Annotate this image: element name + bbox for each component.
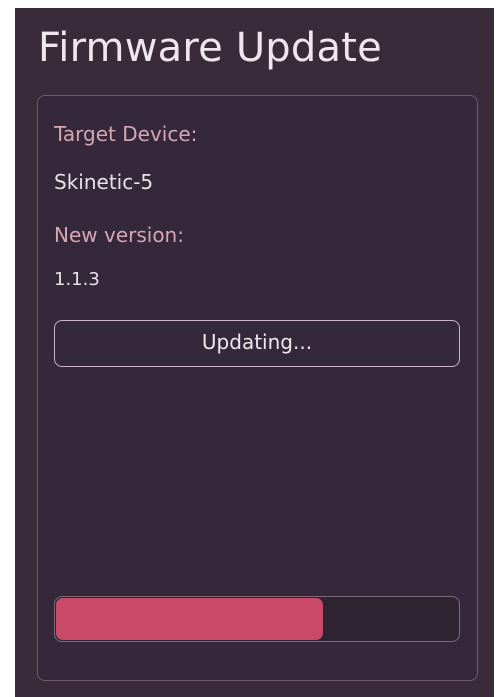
target-device-label: Target Device: [54, 122, 198, 146]
target-device-value: Skinetic-5 [54, 170, 154, 194]
new-version-label: New version: [54, 223, 184, 247]
firmware-update-window: Firmware Update Target Device: Skinetic-… [15, 8, 494, 697]
update-panel: Target Device: Skinetic-5 New version: 1… [37, 95, 478, 681]
progress-fill [56, 598, 323, 640]
update-button[interactable]: Updating... [54, 320, 460, 367]
page-title: Firmware Update [38, 25, 382, 71]
new-version-value: 1.1.3 [54, 269, 100, 290]
progress-bar [54, 596, 460, 642]
